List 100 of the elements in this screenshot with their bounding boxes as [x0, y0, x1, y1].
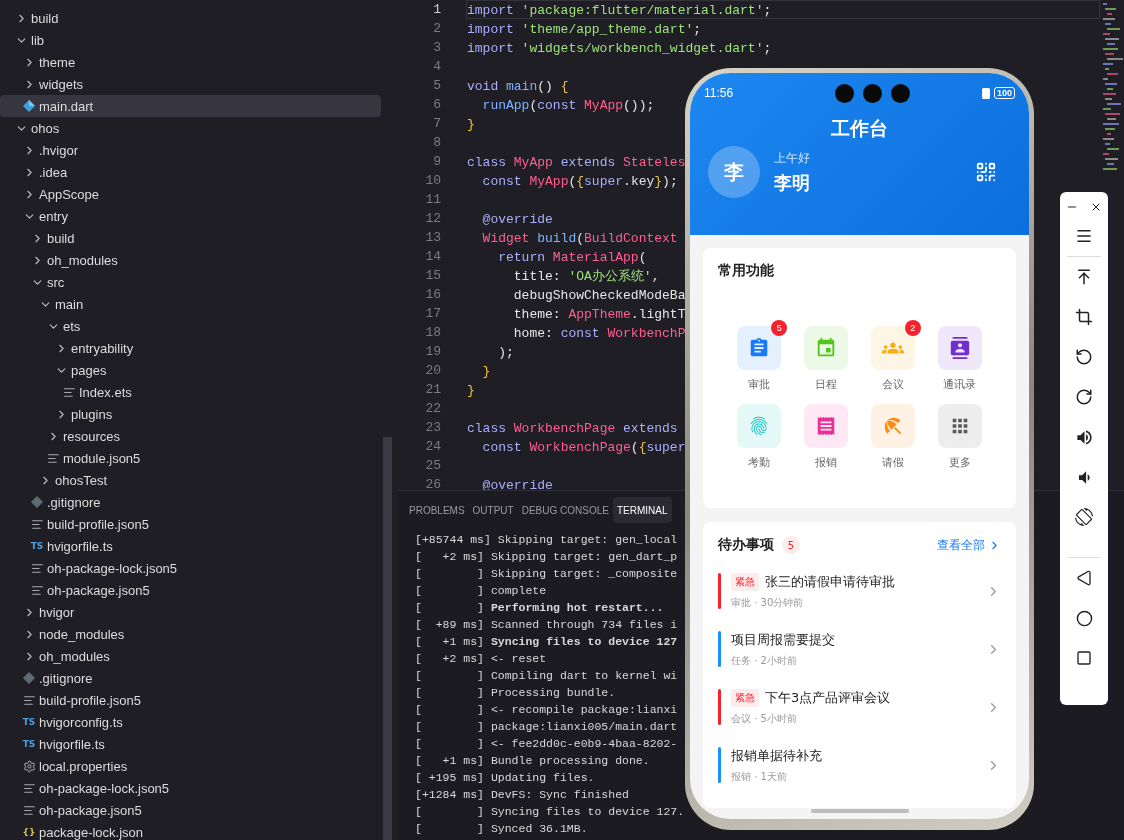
tree-item[interactable]: .idea	[0, 161, 381, 183]
code-line: }	[466, 116, 476, 133]
todo-title[interactable]: 报销单据待补充	[731, 746, 822, 765]
tree-item[interactable]: oh_modules	[0, 249, 381, 271]
shortcut-label: 报销	[815, 456, 838, 470]
tree-item[interactable]: plugins	[0, 403, 381, 425]
todo-title[interactable]: 下午3点产品评审会议	[765, 688, 891, 707]
tree-item[interactable]: ohosTest	[0, 469, 381, 491]
code-line: runApp(const MyApp());	[481, 97, 656, 114]
line-number: 12	[424, 211, 441, 226]
code-line: const WorkbenchPage({super	[481, 439, 687, 456]
tree-item[interactable]: module.json5	[0, 447, 381, 469]
terminal-line: [ ] Synced 36.1MB.	[415, 821, 588, 837]
close-icon[interactable]	[1090, 201, 1102, 213]
terminal-line: [ ] <- fee2dd0c-e0b9-4baa-8202-	[415, 736, 678, 752]
tree-item[interactable]: .gitignore	[0, 491, 381, 513]
tree-item[interactable]: entry	[0, 205, 381, 227]
greeting: 上午好	[774, 149, 811, 167]
circle-icon	[1075, 609, 1093, 627]
line-number: 3	[432, 40, 441, 55]
line-number: 11	[424, 192, 441, 207]
tree-item[interactable]: .hvigor	[0, 139, 381, 161]
view-all-link[interactable]: 查看全部	[937, 536, 1001, 554]
shortcut-tile[interactable]	[937, 404, 982, 448]
camera-icon	[891, 83, 911, 103]
shortcut-label: 请假	[881, 456, 904, 470]
shortcut-tile[interactable]	[870, 404, 915, 448]
todo-title[interactable]: 项目周报需要提交	[731, 630, 835, 649]
tree-item[interactable]: main	[0, 293, 381, 315]
tree-item[interactable]: oh-package.json5	[0, 799, 381, 821]
line-number: 20	[424, 363, 441, 378]
shortcut-tile[interactable]	[737, 404, 782, 448]
tree-item[interactable]: build-profile.json5	[0, 689, 381, 711]
tree-item[interactable]: entryability	[0, 337, 381, 359]
tree-item[interactable]: theme	[0, 51, 381, 73]
tree-item[interactable]: {} package-lock.json	[0, 821, 381, 840]
scrollbar-thumb[interactable]	[383, 437, 392, 840]
card-title: 常用功能	[718, 262, 775, 280]
panel-tab[interactable]: PROBLEMS	[405, 497, 469, 523]
shortcut-tile[interactable]	[804, 404, 849, 448]
tree-item[interactable]: hvigor	[0, 601, 381, 623]
shortcut-label: 更多	[948, 456, 971, 470]
shortcut-tile[interactable]	[804, 326, 849, 370]
tree-item[interactable]: .gitignore	[0, 667, 381, 689]
status-time: 11:56	[704, 86, 734, 100]
tree-item[interactable]: TS hvigorconfig.ts	[0, 711, 381, 733]
tree-item[interactable]: local.properties	[0, 755, 381, 777]
text-file-icon	[22, 693, 36, 707]
phone-rotation-icon	[1075, 508, 1093, 526]
tree-item[interactable]: oh-package.json5	[0, 579, 381, 601]
user-name: 李明	[774, 170, 811, 195]
terminal-line: [ ] Compiling dart to kernel wi	[415, 668, 678, 684]
shortcut-tile[interactable]	[870, 326, 915, 370]
count-badge: 5	[771, 320, 788, 336]
text-file-icon	[22, 803, 36, 817]
scan-icon[interactable]	[975, 161, 997, 183]
panel-tab[interactable]: OUTPUT	[468, 497, 518, 523]
code-line: debugShowCheckedModeBa	[512, 287, 687, 304]
tree-item[interactable]: src	[0, 271, 381, 293]
tree-item[interactable]: oh-package-lock.json5	[0, 557, 381, 579]
code-line: home: const WorkbenchP	[512, 325, 687, 342]
tree-item[interactable]: ets	[0, 315, 381, 337]
square-icon	[1076, 650, 1092, 666]
code-line: Widget build(BuildContext	[481, 230, 679, 247]
line-number: 24	[424, 439, 441, 454]
code-line: import 'theme/app_theme.dart';	[466, 21, 703, 38]
todo-meta: 审批 · 30分钟前	[731, 595, 805, 610]
tree-item[interactable]: Index.ets	[0, 381, 381, 403]
menu-icon	[1075, 227, 1093, 245]
shortcut-tile[interactable]	[937, 326, 982, 370]
tree-item[interactable]: TS hvigorfile.ts	[0, 535, 381, 557]
terminal-line: [ ] Skipping target: _composite	[415, 566, 678, 582]
line-number: 22	[424, 401, 441, 416]
tree-item[interactable]: node_modules	[0, 623, 381, 645]
panel-tab[interactable]: TERMINAL	[612, 497, 672, 523]
text-file-icon	[30, 517, 44, 531]
code-line: const MyApp({super.key});	[481, 173, 679, 190]
line-number: 21	[424, 382, 441, 397]
tree-item[interactable]: lib	[0, 29, 381, 51]
tree-item[interactable]: oh_modules	[0, 645, 381, 667]
tree-item[interactable]: pages	[0, 359, 381, 381]
tree-item[interactable]: TS hvigorfile.ts	[0, 733, 381, 755]
tree-item[interactable]: widgets	[0, 73, 381, 95]
tree-item[interactable]: oh-package-lock.json5	[0, 777, 381, 799]
terminal-line: [ +1 ms] Bundle processing done.	[415, 753, 650, 769]
tree-item[interactable]: build	[0, 7, 381, 29]
shortcut-tile[interactable]	[737, 326, 782, 370]
line-number: 17	[424, 306, 441, 321]
tree-item[interactable]: build-profile.json5	[0, 513, 381, 535]
panel-tab[interactable]: DEBUG CONSOLE	[517, 497, 613, 523]
todo-title[interactable]: 张三的请假申请待审批	[765, 572, 895, 591]
tree-item[interactable]: resources	[0, 425, 381, 447]
shortcut-label: 审批	[748, 378, 771, 392]
shortcut-label: 通讯录	[943, 378, 977, 392]
line-number: 5	[432, 78, 441, 93]
tree-item[interactable]: main.dart	[0, 95, 381, 117]
tree-item[interactable]: ohos	[0, 117, 381, 139]
tree-item[interactable]: build	[0, 227, 381, 249]
terminal-line: [ +1 ms] Syncing files to device 127	[415, 634, 678, 650]
tree-item[interactable]: AppScope	[0, 183, 381, 205]
